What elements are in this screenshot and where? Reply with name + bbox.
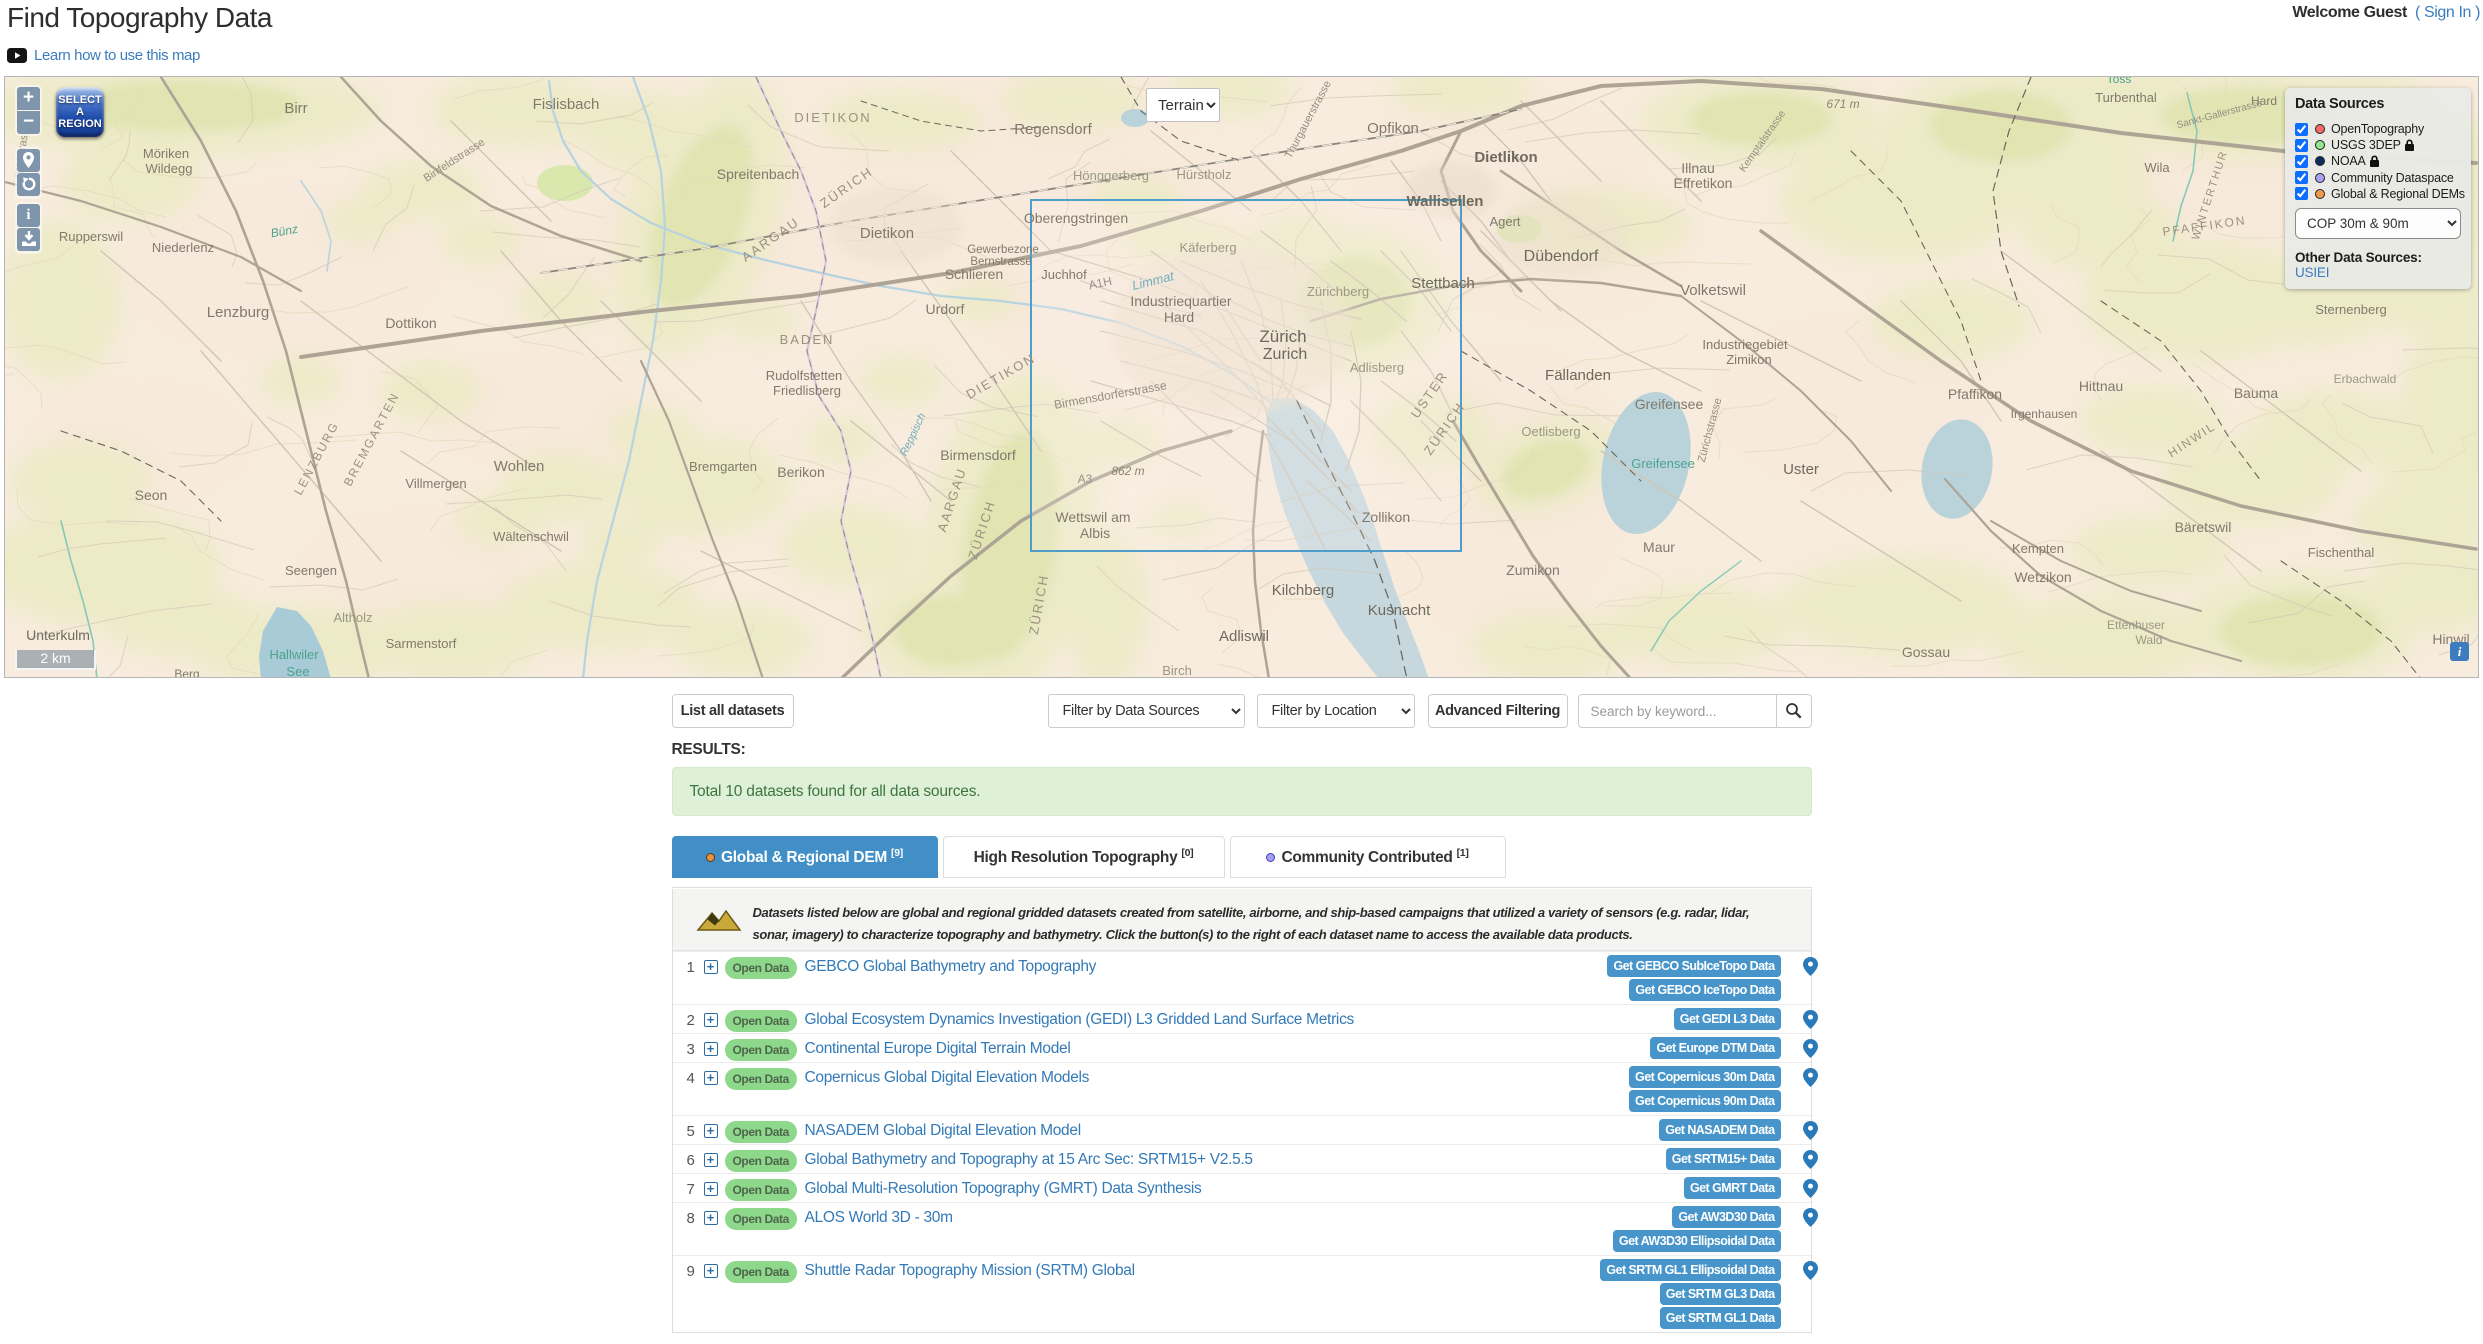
- svg-text:Effretikon: Effretikon: [1674, 175, 1733, 191]
- svg-text:Hittnau: Hittnau: [2079, 378, 2123, 394]
- svg-text:Wohlen: Wohlen: [494, 458, 545, 475]
- svg-text:Erbachwald: Erbachwald: [2334, 372, 2397, 386]
- svg-text:Wildegg: Wildegg: [146, 161, 193, 176]
- svg-text:Dietlikon: Dietlikon: [1474, 149, 1537, 166]
- svg-text:Villmergen: Villmergen: [405, 476, 466, 491]
- svg-text:Kilchberg: Kilchberg: [1272, 582, 1335, 599]
- svg-text:Berg: Berg: [174, 667, 199, 678]
- svg-text:Opfikon: Opfikon: [1367, 120, 1419, 137]
- svg-text:Birr: Birr: [284, 100, 307, 117]
- svg-text:Birmensdorf: Birmensdorf: [940, 447, 1016, 463]
- svg-text:Adlisberg: Adlisberg: [1350, 360, 1404, 375]
- svg-text:671 m: 671 m: [1826, 97, 1859, 111]
- svg-text:Fällanden: Fällanden: [1545, 367, 1611, 384]
- svg-text:Hallwiler: Hallwiler: [269, 647, 319, 662]
- svg-text:Pfaffikon: Pfaffikon: [1948, 386, 2002, 402]
- svg-text:Möriken: Möriken: [143, 146, 189, 161]
- svg-text:Agert: Agert: [1489, 214, 1520, 229]
- svg-text:Wettswil am: Wettswil am: [1055, 509, 1130, 525]
- svg-text:Lenzburg: Lenzburg: [207, 304, 270, 321]
- svg-text:A3: A3: [1078, 472, 1093, 486]
- svg-text:Adliswil: Adliswil: [1219, 628, 1269, 645]
- svg-text:Oetlisberg: Oetlisberg: [1521, 424, 1580, 439]
- svg-text:Gossau: Gossau: [1902, 644, 1950, 660]
- svg-text:Turbenthal: Turbenthal: [2095, 90, 2157, 105]
- svg-text:Greifensee: Greifensee: [1635, 396, 1704, 412]
- svg-text:Hard: Hard: [1164, 309, 1194, 325]
- svg-text:Irgenhausen: Irgenhausen: [2011, 407, 2078, 421]
- svg-text:Dübendorf: Dübendorf: [1524, 248, 1599, 265]
- svg-text:Gewerbezone: Gewerbezone: [967, 244, 1039, 256]
- svg-text:Wetzikon: Wetzikon: [2014, 569, 2071, 585]
- svg-text:Seengen: Seengen: [285, 563, 337, 578]
- svg-text:Wila: Wila: [2144, 160, 2170, 175]
- svg-text:Oberengstringen: Oberengstringen: [1024, 210, 1128, 226]
- svg-text:Kusnacht: Kusnacht: [1368, 602, 1431, 619]
- svg-text:Berikon: Berikon: [777, 464, 824, 480]
- svg-text:Zollikon: Zollikon: [1362, 509, 1410, 525]
- svg-text:Ettenhuser: Ettenhuser: [2107, 618, 2165, 632]
- svg-text:Käferberg: Käferberg: [1179, 240, 1236, 255]
- svg-text:Wältenschwil: Wältenschwil: [493, 529, 569, 544]
- svg-text:Zürichberg: Zürichberg: [1307, 284, 1369, 299]
- svg-text:Bauma: Bauma: [2234, 385, 2279, 401]
- svg-text:Unterkulm: Unterkulm: [26, 627, 90, 643]
- svg-text:Toss: Toss: [2107, 77, 2132, 86]
- svg-text:Dietikon: Dietikon: [860, 225, 914, 242]
- svg-text:Kempten: Kempten: [2012, 541, 2064, 556]
- svg-text:Friedlisberg: Friedlisberg: [773, 383, 841, 398]
- svg-text:Stettbach: Stettbach: [1411, 275, 1474, 292]
- svg-text:Bremgarten: Bremgarten: [689, 459, 757, 474]
- svg-text:Sarmenstorf: Sarmenstorf: [386, 636, 457, 651]
- svg-text:Sternenberg: Sternenberg: [2315, 302, 2387, 317]
- svg-text:Hönggerberg: Hönggerberg: [1073, 168, 1149, 183]
- svg-text:Wald: Wald: [2136, 633, 2163, 647]
- svg-text:Greifensee: Greifensee: [1631, 456, 1695, 471]
- svg-text:Zumikon: Zumikon: [1506, 562, 1560, 578]
- svg-text:Niederlenz: Niederlenz: [152, 240, 214, 255]
- svg-text:Rudolfstetten: Rudolfstetten: [766, 368, 843, 383]
- svg-text:Volketswil: Volketswil: [1680, 282, 1746, 299]
- svg-text:Illnau: Illnau: [1681, 160, 1714, 176]
- svg-text:Seon: Seon: [135, 487, 168, 503]
- svg-text:Zurich: Zurich: [1263, 346, 1307, 363]
- svg-text:Dottikon: Dottikon: [385, 315, 436, 331]
- svg-text:Wallisellen: Wallisellen: [1407, 193, 1484, 210]
- svg-text:DIETIKON: DIETIKON: [794, 110, 871, 125]
- svg-text:Industriegebiet: Industriegebiet: [1702, 337, 1788, 352]
- svg-text:Maur: Maur: [1643, 539, 1675, 555]
- svg-text:Spreitenbach: Spreitenbach: [717, 166, 800, 182]
- svg-text:Bernstrasse: Bernstrasse: [970, 256, 1031, 268]
- svg-text:Schlieren: Schlieren: [945, 266, 1003, 282]
- svg-text:Albis: Albis: [1080, 525, 1110, 541]
- svg-text:862 m: 862 m: [1111, 464, 1144, 478]
- svg-text:Fislisbach: Fislisbach: [533, 96, 600, 113]
- svg-text:Rupperswil: Rupperswil: [59, 229, 123, 244]
- svg-text:Fischenthal: Fischenthal: [2308, 545, 2375, 560]
- svg-text:Birch: Birch: [1162, 663, 1192, 678]
- svg-text:Urdorf: Urdorf: [926, 301, 965, 317]
- svg-text:Juchhof: Juchhof: [1041, 267, 1087, 282]
- svg-text:See: See: [286, 664, 309, 678]
- svg-text:Zimikon: Zimikon: [1726, 352, 1772, 367]
- svg-text:Industriequartier: Industriequartier: [1130, 293, 1232, 309]
- svg-text:Regensdorf: Regensdorf: [1014, 121, 1092, 138]
- svg-text:Zürich: Zürich: [1259, 327, 1306, 346]
- svg-text:Bäretswil: Bäretswil: [2175, 519, 2232, 535]
- svg-text:Hürstholz: Hürstholz: [1177, 167, 1232, 182]
- svg-text:Altholz: Altholz: [333, 610, 372, 625]
- svg-text:Uster: Uster: [1783, 461, 1819, 478]
- svg-text:BADEN: BADEN: [780, 332, 835, 347]
